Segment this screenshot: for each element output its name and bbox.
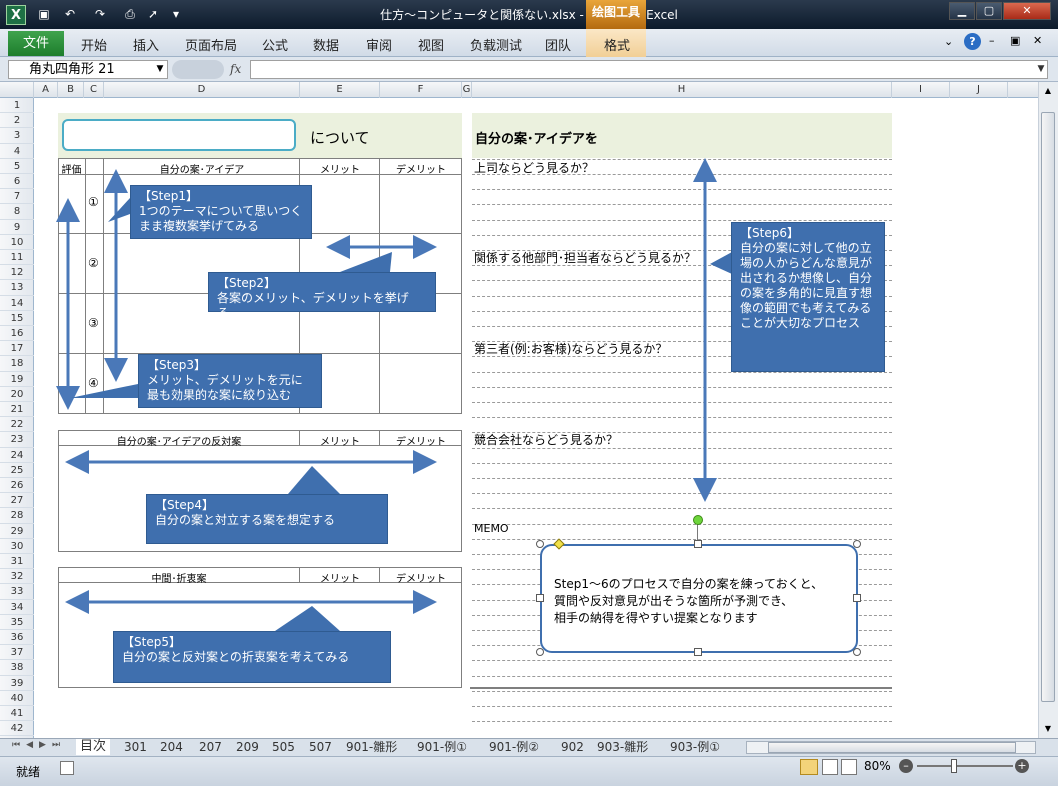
- scroll-down-icon[interactable]: ▼: [1041, 722, 1055, 736]
- step1-callout-tail: [108, 198, 130, 222]
- step3-callout[interactable]: 【Step3】 メリット、デメリットを元に 最も効果的な案に絞り込む: [138, 354, 322, 408]
- step6-callout-tail: [710, 252, 732, 274]
- sheet-tab-index[interactable]: 目次: [76, 739, 111, 755]
- resize-handle-l[interactable]: [536, 594, 544, 602]
- resize-handle-tl[interactable]: [536, 540, 544, 548]
- step5-callout[interactable]: 【Step5】 自分の案と反対案との折衷案を考えてみる: [113, 631, 391, 683]
- sheet-tab-901-example1[interactable]: 901-例①: [413, 739, 471, 755]
- sheet-tab-207[interactable]: 207: [195, 739, 226, 755]
- zoom-in-icon[interactable]: +: [1015, 759, 1029, 773]
- resize-handle-b[interactable]: [694, 648, 702, 656]
- step2-callout[interactable]: 【Step2】 各案のメリット、デメリットを挙げる。: [208, 272, 436, 320]
- zoom-out-icon[interactable]: –: [899, 759, 913, 773]
- sheet-nav-icon[interactable]: ⏮◀▶⏭: [12, 740, 66, 750]
- sheet-tab-901-template[interactable]: 901-雛形: [342, 739, 401, 755]
- sheet-tab-209[interactable]: 209: [232, 739, 263, 755]
- zoom-level[interactable]: 80%: [864, 759, 891, 773]
- scroll-up-icon[interactable]: ▲: [1041, 84, 1055, 98]
- horizontal-scroll-thumb[interactable]: [768, 742, 1016, 753]
- step4-callout[interactable]: 【Step4】 自分の案と対立する案を想定する: [146, 494, 388, 544]
- sheet-tab-902[interactable]: 902: [557, 739, 588, 755]
- zoom-slider[interactable]: [917, 765, 1013, 767]
- resize-handle-tr[interactable]: [853, 540, 861, 548]
- resize-handle-bl[interactable]: [536, 648, 544, 656]
- macro-record-icon[interactable]: [60, 761, 74, 775]
- status-ready: 就绪: [16, 765, 41, 779]
- sheet-tab-507[interactable]: 507: [305, 739, 336, 755]
- page-layout-view-icon[interactable]: [822, 759, 838, 775]
- normal-view-icon[interactable]: [800, 759, 818, 775]
- step1-callout[interactable]: 【Step1】 1つのテーマについて思いつく まま複数案挙げてみる: [130, 185, 312, 239]
- zoom-slider-thumb[interactable]: [951, 759, 957, 773]
- sheet-tab-505[interactable]: 505: [268, 739, 299, 755]
- sheet-tab-901-example2[interactable]: 901-例②: [485, 739, 543, 755]
- step6-callout[interactable]: 【Step6】 自分の案に対して他の立 場の人からどんな意見が 出されるか想像し…: [731, 222, 885, 372]
- resize-handle-r[interactable]: [853, 594, 861, 602]
- step4-callout-tail: [288, 466, 340, 494]
- sheet-tab-903-example1[interactable]: 903-例①: [666, 739, 724, 755]
- memo-rounded-rectangle[interactable]: Step1～6のプロセスで自分の案を練っておくと、 質問や反対意見が出そうな箇所…: [540, 544, 858, 653]
- rotation-handle-icon[interactable]: [693, 515, 703, 525]
- page-break-view-icon[interactable]: [841, 759, 857, 775]
- resize-handle-t[interactable]: [694, 540, 702, 548]
- status-bar: [0, 756, 1058, 786]
- sheet-tab-903-template[interactable]: 903-雛形: [593, 739, 652, 755]
- vertical-scroll-thumb[interactable]: [1041, 112, 1055, 702]
- step2-callout-tail: [340, 252, 392, 272]
- resize-handle-br[interactable]: [853, 648, 861, 656]
- step3-callout-tail: [70, 384, 138, 398]
- step5-callout-tail: [275, 606, 340, 631]
- sheet-tab-204[interactable]: 204: [156, 739, 187, 755]
- sheet-tab-301[interactable]: 301: [120, 739, 151, 755]
